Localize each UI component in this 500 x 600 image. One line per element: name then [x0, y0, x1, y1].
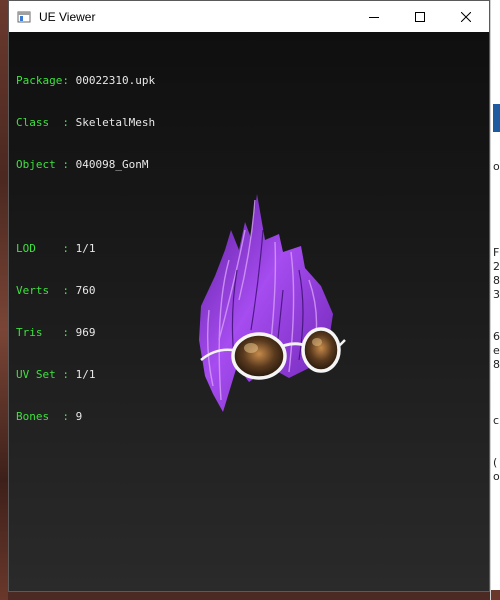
- background-window[interactable]: o F 2 8 3 6 e 8 c ( o: [490, 0, 500, 600]
- title-bar[interactable]: UE Viewer: [9, 1, 489, 32]
- info-label: Package:: [16, 74, 69, 87]
- skeletal-mesh-render: [199, 194, 346, 412]
- info-label: Object :: [16, 158, 69, 171]
- info-row-class: Class : SkeletalMesh: [16, 116, 155, 130]
- background-window-text: c: [493, 414, 500, 427]
- info-label: Verts :: [16, 284, 69, 297]
- info-value: 1/1: [75, 242, 96, 255]
- background-window-text: 2: [493, 260, 500, 273]
- background-window-text: 3: [493, 288, 500, 301]
- 3d-viewport[interactable]: Package: 00022310.upk Class : SkeletalMe…: [9, 32, 489, 591]
- info-value: 00022310.upk: [75, 74, 156, 87]
- info-spacer: [16, 200, 155, 214]
- info-label: Bones :: [16, 410, 69, 423]
- info-row-object: Object : 040098_GonM: [16, 158, 155, 172]
- background-window-text: F: [493, 246, 500, 259]
- background-window-text: 8: [493, 358, 500, 371]
- info-row-package: Package: 00022310.upk: [16, 74, 155, 88]
- background-window-text: (: [493, 456, 498, 469]
- window-title: UE Viewer: [39, 9, 96, 24]
- info-row-verts: Verts : 760: [16, 284, 155, 298]
- window-controls: [351, 1, 489, 32]
- info-label: Tris :: [16, 326, 69, 339]
- info-label: UV Set :: [16, 368, 69, 381]
- desktop-background-corner: [491, 590, 500, 600]
- background-window-text: o: [493, 470, 500, 483]
- window-icon[interactable]: [17, 10, 31, 24]
- close-button[interactable]: [443, 1, 489, 32]
- info-label: Class :: [16, 116, 69, 129]
- close-icon: [461, 11, 471, 22]
- background-window-text: o: [493, 160, 500, 173]
- info-value: 9: [75, 410, 83, 423]
- desktop-background: [0, 0, 8, 600]
- mesh-info-overlay: Package: 00022310.upk Class : SkeletalMe…: [16, 46, 155, 452]
- info-row-uvset: UV Set : 1/1: [16, 368, 155, 382]
- background-window-text: e: [493, 344, 500, 357]
- background-window-text: 8: [493, 274, 500, 287]
- info-value: 040098_GonM: [75, 158, 149, 171]
- minimize-button[interactable]: [351, 1, 397, 32]
- info-row-bones: Bones : 9: [16, 410, 155, 424]
- info-row-tris: Tris : 969: [16, 326, 155, 340]
- info-label: LOD :: [16, 242, 69, 255]
- maximize-button[interactable]: [397, 1, 443, 32]
- info-value: SkeletalMesh: [75, 116, 156, 129]
- info-value: 969: [75, 326, 96, 339]
- info-row-lod: LOD : 1/1: [16, 242, 155, 256]
- maximize-icon: [415, 11, 425, 22]
- ue-viewer-window: UE Viewer Package: 00022310.upk Class: …: [8, 0, 490, 592]
- background-window-text: 6: [493, 330, 500, 343]
- info-value: 1/1: [75, 368, 96, 381]
- info-value: 760: [75, 284, 96, 297]
- minimize-icon: [369, 16, 379, 18]
- background-window-blue-strip: [493, 104, 500, 132]
